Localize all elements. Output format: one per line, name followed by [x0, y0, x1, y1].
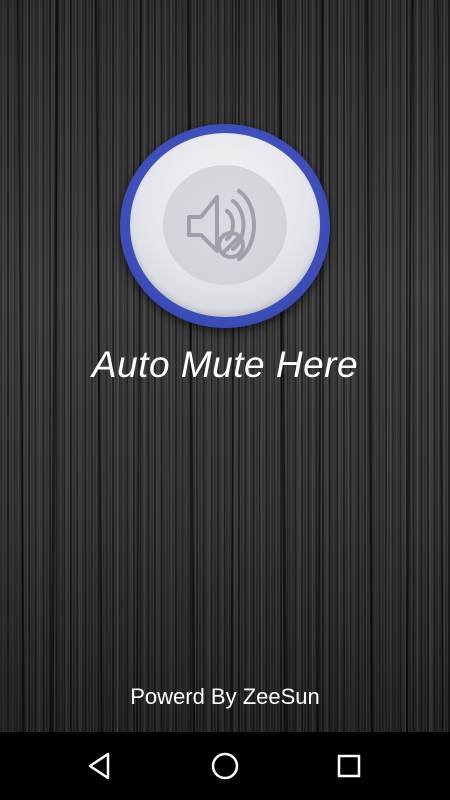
- app-screen: Auto Mute Here Powerd By ZeeSun: [0, 0, 450, 800]
- app-title: Auto Mute Here: [91, 344, 359, 385]
- home-circle-icon[interactable]: [207, 748, 243, 784]
- auto-mute-button[interactable]: [120, 124, 330, 328]
- back-triangle-icon[interactable]: [82, 748, 118, 784]
- mute-button-inner-disc[interactable]: [163, 165, 287, 285]
- recents-square-icon[interactable]: [331, 748, 367, 784]
- credit-text: Powerd By ZeeSun: [130, 684, 320, 709]
- mute-button-face[interactable]: [130, 133, 320, 317]
- system-navigation-bar: [0, 732, 450, 800]
- speaker-mute-icon: [187, 189, 256, 261]
